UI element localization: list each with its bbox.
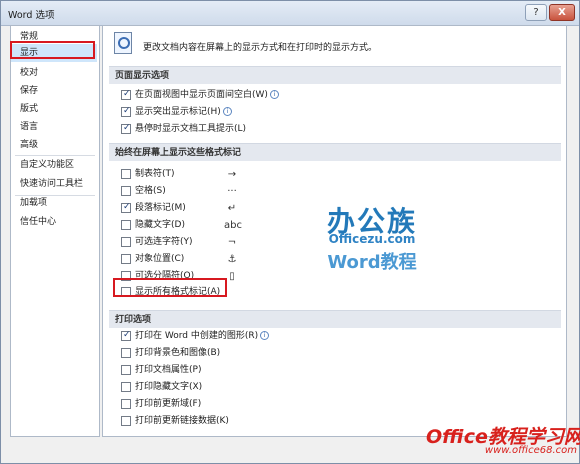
office68-watermark-url: www.office68.com xyxy=(484,445,577,456)
checkbox[interactable] xyxy=(121,121,131,136)
section-print-options: 打印选项 xyxy=(109,310,561,328)
option-label: 显示突出显示标记(H) i xyxy=(135,105,232,120)
sidebar-item-proofing[interactable]: 校对 xyxy=(11,64,97,82)
highlight-show-all-marks xyxy=(113,278,227,297)
help-button[interactable]: ? xyxy=(525,4,547,21)
section-page-display: 页面显示选项 xyxy=(109,66,561,84)
options-sidebar: 常规 显示 校对 保存 版式 语言 高级 自定义功能区 快速访问工具栏 加载项 … xyxy=(10,25,100,437)
checkbox[interactable] xyxy=(121,348,131,358)
sidebar-item-add-ins[interactable]: 加载项 xyxy=(11,194,97,212)
window-title: Word 选项 xyxy=(8,10,55,21)
space-mark-icon: ··· xyxy=(227,186,237,197)
checkbox[interactable] xyxy=(121,365,131,375)
officezu-url: Officezu.com xyxy=(328,232,416,246)
display-settings-icon xyxy=(114,32,132,54)
checkbox[interactable] xyxy=(121,416,131,426)
checkbox[interactable] xyxy=(121,328,131,343)
info-icon: i xyxy=(222,107,232,116)
option-label: 打印隐藏文字(X) xyxy=(135,382,203,392)
sidebar-item-language[interactable]: 语言 xyxy=(11,118,97,136)
word-options-dialog: Word 选项 ? X 常规 显示 校对 保存 版式 语言 高级 自定义功能区 … xyxy=(0,0,580,464)
sidebar-item-layout[interactable]: 版式 xyxy=(11,100,97,118)
checkbox[interactable] xyxy=(121,169,131,179)
option-label: 对象位置(C) xyxy=(135,254,185,264)
sidebar-item-save[interactable]: 保存 xyxy=(11,82,97,100)
highlight-display-item xyxy=(10,41,95,59)
section-format-marks: 始终在屏幕上显示这些格式标记 xyxy=(109,143,561,161)
checkbox[interactable] xyxy=(121,220,131,230)
option-label: 打印背景色和图像(B) xyxy=(135,348,221,358)
checkbox[interactable] xyxy=(121,237,131,247)
option-label: 在页面视图中显示页面间空白(W) i xyxy=(135,88,279,103)
option-label: 可选连字符(Y) xyxy=(135,237,193,247)
checkbox[interactable] xyxy=(121,186,131,196)
info-icon: i xyxy=(260,331,270,340)
option-label: 段落标记(M) xyxy=(135,203,186,213)
checkbox[interactable] xyxy=(121,382,131,392)
checkbox[interactable] xyxy=(121,399,131,409)
paragraph-mark-icon: ↵ xyxy=(227,203,237,214)
sidebar-item-quick-access-toolbar[interactable]: 快速访问工具栏 xyxy=(11,175,97,193)
intro-description: 更改文档内容在屏幕上的显示方式和在打印时的显示方式。 xyxy=(143,43,378,53)
tab-mark-icon: → xyxy=(227,169,237,180)
checkbox[interactable] xyxy=(121,104,131,119)
option-label: 空格(S) xyxy=(135,186,166,196)
option-label: 打印文档属性(P) xyxy=(135,365,202,375)
option-label: 打印前更新链接数据(K) xyxy=(135,416,229,426)
checkbox[interactable] xyxy=(121,87,131,102)
title-bar: Word 选项 ? X xyxy=(1,1,579,26)
sidebar-item-trust-center[interactable]: 信任中心 xyxy=(11,213,97,231)
anchor-icon: ⚓ xyxy=(227,254,237,265)
close-button[interactable]: X xyxy=(549,4,575,21)
word-tutorial-label: Word教程 xyxy=(327,252,417,273)
option-label: 打印在 Word 中创建的图形(R) i xyxy=(135,329,270,344)
option-label: 制表符(T) xyxy=(135,169,175,179)
checkbox[interactable] xyxy=(121,200,131,215)
sidebar-item-advanced[interactable]: 高级 xyxy=(11,136,97,154)
optional-hyphen-icon: ¬ xyxy=(227,237,237,248)
checkbox[interactable] xyxy=(121,254,131,264)
sidebar-item-customize-ribbon[interactable]: 自定义功能区 xyxy=(11,156,97,174)
hidden-text-icon: abc xyxy=(224,220,242,231)
option-label: 隐藏文字(D) xyxy=(135,220,185,230)
option-label: 打印前更新域(F) xyxy=(135,399,202,409)
option-label: 悬停时显示文档工具提示(L) xyxy=(135,124,247,134)
info-icon: i xyxy=(269,90,279,99)
